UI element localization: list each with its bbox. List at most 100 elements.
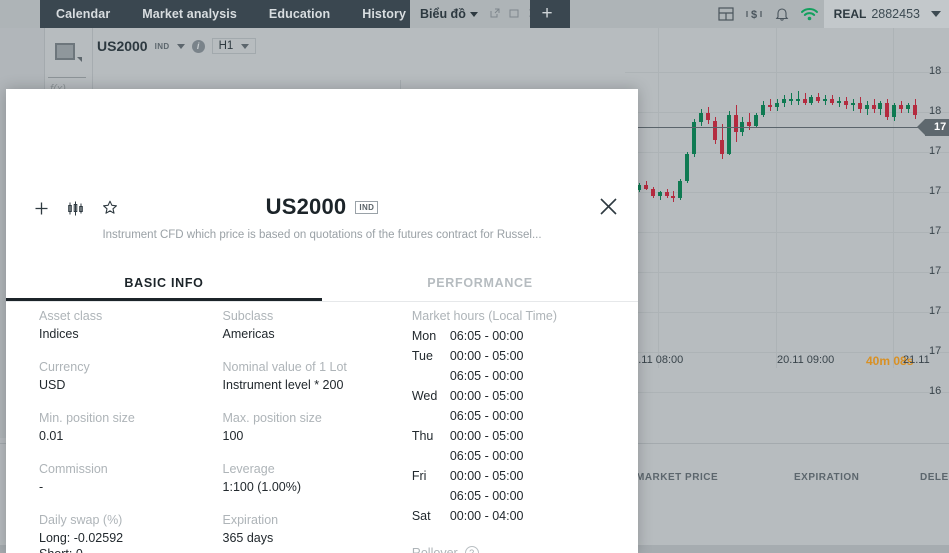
market-hours-time: 06:05 - 00:00: [449, 329, 524, 343]
price-axis-label: 17: [929, 305, 942, 317]
market-hours-time: 06:05 - 00:00: [449, 409, 524, 423]
chevron-down-icon[interactable]: [469, 11, 478, 17]
candle-body: [650, 188, 655, 197]
price-axis-label: 17: [929, 185, 942, 197]
candle-body: [809, 97, 814, 103]
market-hours-time: 00:00 - 05:00: [449, 469, 524, 483]
market-hours-day: Tue: [411, 349, 433, 363]
maximize-icon[interactable]: [506, 8, 522, 21]
candle-body: [643, 184, 648, 189]
field-value: -: [39, 480, 44, 494]
field-label: Daily swap (%): [39, 513, 123, 527]
field-label: Expiration: [222, 513, 279, 527]
timeframe-selector[interactable]: H1: [211, 38, 257, 54]
candle-body: [754, 114, 759, 127]
instrument-badge: IND: [154, 41, 170, 51]
layout-icon[interactable]: [712, 0, 740, 28]
candle-body: [719, 139, 724, 154]
info-column-3: Market hours (Local Time) Mon 06:05 - 00:…: [412, 309, 605, 553]
timeframe-label: H1: [218, 40, 234, 52]
candle-body: [781, 99, 786, 103]
gridline-horizontal: [625, 152, 949, 153]
account-selector[interactable]: REAL 2882453: [823, 0, 949, 28]
account-type: REAL: [833, 7, 867, 21]
candle-body: [788, 99, 793, 102]
price-axis-label: 17: [929, 265, 942, 277]
candle-body: [761, 104, 766, 115]
market-hours-day: [412, 369, 450, 383]
wifi-icon[interactable]: [796, 0, 824, 28]
info-icon[interactable]: i: [191, 39, 205, 53]
market-hours-day: Fri: [411, 469, 427, 483]
field-value: 0.01: [39, 429, 64, 443]
column-header-expiration[interactable]: EXPIRATION: [794, 472, 859, 483]
field-label: Currency: [39, 360, 90, 374]
candle-body: [906, 104, 910, 109]
market-hours-day: [412, 449, 450, 463]
chart-tab-label: Biểu đồ: [420, 7, 466, 21]
chevron-down-icon[interactable]: [241, 43, 250, 49]
market-hours-day: Wed: [411, 389, 438, 403]
market-hours-row: Thu 00:00 - 05:00: [412, 429, 605, 443]
top-bar: Calendar Market analysis Education History …: [0, 0, 949, 28]
market-hours-day: [412, 409, 450, 423]
field-value-secondary: Short: 0: [39, 547, 223, 553]
account-number: 2882453: [871, 7, 920, 21]
market-hours-time: 06:05 - 00:00: [449, 369, 524, 383]
close-button[interactable]: [595, 193, 621, 219]
field-label: Max. position size: [222, 411, 322, 425]
candle-body: [843, 101, 848, 105]
candle-body: [816, 97, 821, 102]
market-hours-title: Market hours (Local Time): [411, 309, 558, 323]
column-header-market-price[interactable]: MARKET PRICE: [636, 472, 718, 483]
candle-body: [857, 103, 862, 109]
tab-performance[interactable]: PERFORMANCE: [322, 264, 638, 301]
field-label: Nominal value of 1 Lot: [222, 360, 347, 374]
price-axis-label: 16: [929, 385, 942, 397]
instrument-selector-row: US2000 IND i H1: [97, 38, 257, 54]
market-hours-row: Fri 00:00 - 05:00: [412, 469, 605, 483]
market-hours-time: 06:05 - 00:00: [449, 449, 524, 463]
tab-basic-info[interactable]: BASIC INFO: [6, 264, 322, 301]
chevron-down-icon[interactable]: [176, 43, 185, 49]
candle-body: [664, 192, 669, 197]
field-value: 1:100 (1.00%): [222, 480, 302, 494]
field-label: Subclass: [222, 309, 274, 323]
market-hours-row: 06:05 - 00:00: [412, 449, 605, 463]
field-value: Instrument level * 200: [222, 378, 344, 392]
current-price-tag: 17: [916, 119, 949, 136]
candle-body: [899, 104, 904, 109]
column-header-delete[interactable]: DELE: [920, 472, 949, 483]
bell-icon[interactable]: [768, 0, 796, 28]
gridline-horizontal: [625, 352, 949, 353]
rail-divider: [48, 77, 86, 78]
instrument-name[interactable]: US2000: [97, 38, 148, 54]
field-value: Indices: [39, 327, 79, 341]
chart-type-caret-icon[interactable]: [77, 57, 82, 62]
currency-icon[interactable]: $: [740, 0, 768, 28]
popout-icon[interactable]: [487, 8, 503, 21]
chart-tab[interactable]: Biểu đồ: [410, 0, 549, 28]
chevron-down-icon[interactable]: [931, 11, 941, 17]
market-hours-row: Sat 00:00 - 04:00: [412, 509, 605, 523]
new-tab-button[interactable]: +: [530, 0, 564, 28]
nav-tab-market-analysis[interactable]: Market analysis: [126, 0, 253, 28]
candle-body: [864, 104, 869, 109]
candle-body: [705, 112, 710, 121]
field-value: Americas: [222, 327, 275, 341]
modal-body: Asset class Indices Currency USD Min. positi…: [6, 309, 638, 553]
market-hours-row: 06:05 - 00:00: [412, 369, 605, 383]
candle-body: [885, 103, 890, 117]
field-label: Leverage: [222, 462, 275, 476]
field-label: Min. position size: [39, 411, 135, 425]
nav-tab-calendar[interactable]: Calendar: [40, 0, 126, 28]
instrument-badge: IND: [355, 200, 379, 214]
market-hours-row: Mon 06:05 - 00:00: [412, 329, 605, 343]
modal-title-row: US2000 IND: [6, 194, 638, 220]
chart-type-icon[interactable]: [55, 43, 75, 60]
candle-body: [892, 104, 897, 117]
candle-body: [774, 103, 779, 107]
nav-tab-education[interactable]: Education: [253, 0, 346, 28]
help-icon[interactable]: ?: [464, 546, 479, 553]
current-price-line: [625, 127, 925, 128]
